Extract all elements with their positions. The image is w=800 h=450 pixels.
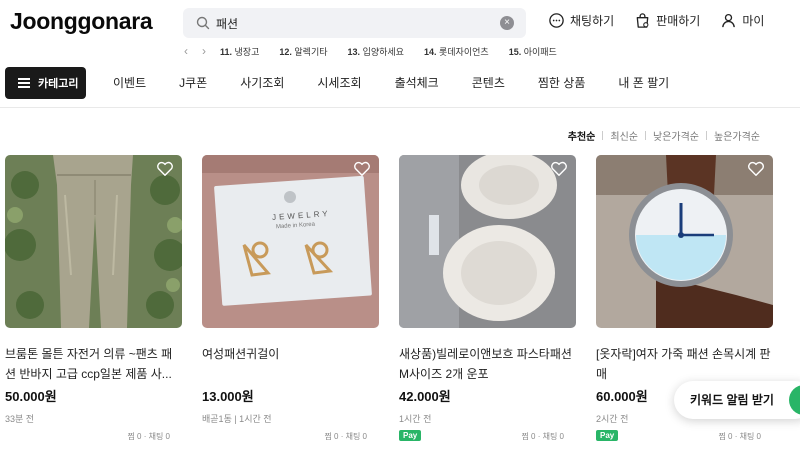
pants-photo <box>5 155 182 328</box>
sell-bag-icon <box>636 13 649 28</box>
plates-photo <box>399 155 576 328</box>
product-price: 50.000원 <box>5 389 57 404</box>
keyword-item[interactable]: 11. 냉장고 <box>220 45 259 58</box>
my-button[interactable]: 마이 <box>720 12 764 29</box>
popular-keywords: ‹ › 11. 냉장고 12. 알렉기타 13. 입양하세요 14. 롯데자이언… <box>184 44 577 58</box>
keyword-label: 롯데자이언츠 <box>439 46 489 57</box>
keyword-item[interactable]: 13. 입양하세요 <box>348 45 404 58</box>
product-meta: 1시간 전 <box>399 414 432 424</box>
search-input[interactable]: 패션 <box>216 15 238 32</box>
clear-icon[interactable]: × <box>500 16 514 30</box>
user-icon <box>722 13 736 28</box>
alert-toggle-icon <box>789 385 800 415</box>
category-label: 카테고리 <box>38 78 79 90</box>
heart-icon[interactable] <box>550 161 568 177</box>
keyword-label: 알렉기타 <box>294 46 328 57</box>
product-image[interactable] <box>596 155 773 328</box>
keyword-item[interactable]: 12. 알렉기타 <box>279 45 327 58</box>
product-title[interactable]: 브룸톤 몰튼 자전거 의류 ~팬츠 패션 반바지 고급 ccp일본 제품 사..… <box>5 344 182 384</box>
product-meta: 2시간 전 <box>596 414 629 424</box>
menu-icon <box>18 78 30 88</box>
category-button[interactable]: 카테고리 <box>5 67 86 99</box>
product-stats: 찜 0 · 채팅 0 <box>127 432 170 441</box>
keyword-rank: 15. <box>508 46 522 57</box>
keyword-rank: 14. <box>423 46 437 57</box>
nav-item-wishlist[interactable]: 찜한 상품 <box>538 74 586 91</box>
sell-button[interactable]: 판매하기 <box>634 12 700 29</box>
product-stats: 찜 0 · 채팅 0 <box>324 432 367 441</box>
nav-item-price-check[interactable]: 시세조회 <box>317 74 361 91</box>
product-meta: 배곧1동 | 1시간 전 <box>202 414 272 424</box>
keyword-item[interactable]: 15. 아이패드 <box>509 45 557 58</box>
heart-icon[interactable] <box>747 161 765 177</box>
nav-item-sell-phone[interactable]: 내 폰 팔기 <box>618 74 669 91</box>
product-price: 60.000원 <box>596 389 648 404</box>
keyword-label: 입양하세요 <box>362 46 404 57</box>
nav-item-coupon[interactable]: J쿠폰 <box>179 74 207 91</box>
nav-item-event[interactable]: 이벤트 <box>113 74 146 91</box>
keyword-label: 아이패드 <box>523 46 557 57</box>
keyword-rank: 13. <box>347 46 361 57</box>
chat-label: 채팅하기 <box>570 14 615 28</box>
logo[interactable]: Joonggonara <box>10 8 153 35</box>
nav-item-attendance[interactable]: 출석체크 <box>395 74 439 91</box>
keyword-alert-button[interactable]: 키워드 알림 받기 <box>674 381 800 419</box>
chevron-left-icon[interactable]: ‹ <box>184 44 188 58</box>
heart-icon[interactable] <box>156 161 174 177</box>
keyword-label: 냉장고 <box>234 46 260 57</box>
heart-icon[interactable] <box>353 161 371 177</box>
main-nav: 이벤트 J쿠폰 사기조회 시세조회 출석체크 콘텐츠 찜한 상품 내 폰 팔기 <box>113 74 702 91</box>
product-price: 13.000원 <box>202 389 254 404</box>
keyword-rank: 12. <box>279 46 292 57</box>
product-title[interactable]: [옷자락]여자 가죽 패션 손목시계 판매 <box>596 344 773 384</box>
product-title[interactable]: 새상품)빌레로이앤보흐 파스타패션 M사이즈 2개 운포 <box>399 344 576 384</box>
nav-item-fraud-check[interactable]: 사기조회 <box>240 74 284 91</box>
sort-recommended[interactable]: 추천순 <box>561 128 603 143</box>
header-actions: 채팅하기 판매하기 마이 <box>548 12 764 29</box>
my-label: 마이 <box>742 14 765 28</box>
pay-badge: Pay <box>596 430 619 441</box>
keyword-alert-label: 키워드 알림 받기 <box>690 393 774 407</box>
product-image[interactable] <box>5 155 182 328</box>
chat-button[interactable]: 채팅하기 <box>548 12 614 29</box>
product-meta: 33분 전 <box>5 414 35 424</box>
sort-price-high[interactable]: 높은가격순 <box>707 128 767 143</box>
product-image[interactable]: JEWELRY Made in Korea <box>202 155 379 328</box>
pay-badge: Pay <box>399 430 422 441</box>
sell-label: 판매하기 <box>656 14 701 28</box>
header-divider <box>0 107 800 108</box>
search-bar[interactable]: 패션 × <box>183 8 526 38</box>
chevron-right-icon[interactable]: › <box>202 44 206 58</box>
keyword-item[interactable]: 14. 롯데자이언츠 <box>424 45 489 58</box>
sort-options: 추천순 최신순 낮은가격순 높은가격순 <box>561 128 767 143</box>
chat-icon <box>549 13 564 28</box>
keyword-rank: 11. <box>220 46 233 57</box>
product-price: 42.000원 <box>399 389 451 404</box>
sort-price-low[interactable]: 낮은가격순 <box>646 128 706 143</box>
watch-photo <box>596 155 773 328</box>
search-icon <box>196 16 210 30</box>
product-stats: 찜 0 · 채팅 0 <box>718 432 761 441</box>
product-stats: 찜 0 · 채팅 0 <box>521 432 564 441</box>
earrings-photo <box>202 155 379 328</box>
product-title[interactable]: 여성패션귀걸이 <box>202 344 379 364</box>
sort-latest[interactable]: 최신순 <box>603 128 645 143</box>
product-image[interactable] <box>399 155 576 328</box>
nav-item-content[interactable]: 콘텐츠 <box>472 74 505 91</box>
